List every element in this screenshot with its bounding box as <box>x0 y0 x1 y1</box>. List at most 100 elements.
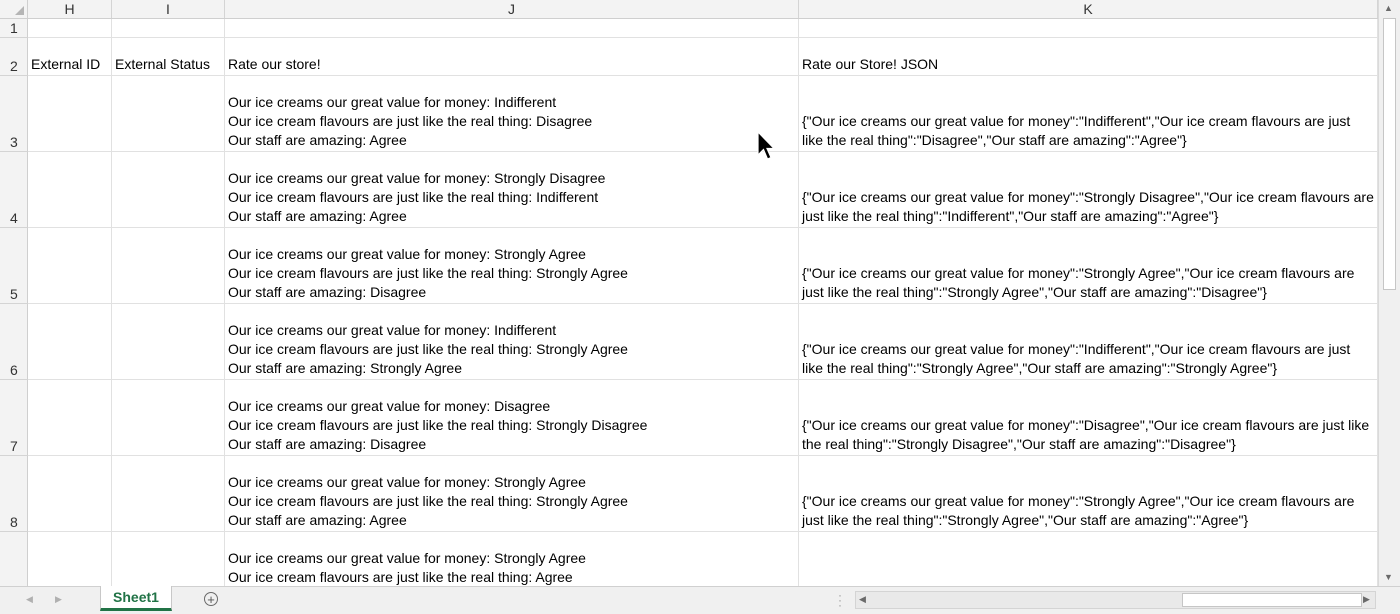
row-header-8[interactable]: 8 <box>0 456 28 532</box>
column-header-row: H I J K <box>0 0 1378 19</box>
cell-text <box>802 36 1374 37</box>
cell-text <box>228 36 795 37</box>
select-all-corner[interactable] <box>0 0 28 18</box>
row-header-1[interactable]: 1 <box>0 19 28 38</box>
cell-text <box>31 36 108 37</box>
cell-i7[interactable] <box>112 380 225 456</box>
cell-i6[interactable] <box>112 304 225 380</box>
cell-h7[interactable] <box>28 380 112 456</box>
cell-k4[interactable]: {"Our ice creams our great value for mon… <box>799 152 1378 228</box>
scroll-down-icon[interactable]: ▼ <box>1384 572 1393 582</box>
scroll-up-icon[interactable]: ▲ <box>1384 3 1393 13</box>
cell-i3[interactable] <box>112 76 225 152</box>
cell-text: {"Our ice creams our great value for mon… <box>802 341 1355 376</box>
cell-h6[interactable] <box>28 304 112 380</box>
cell-j5[interactable]: Our ice creams our great value for money… <box>225 228 799 304</box>
cell-k3[interactable]: {"Our ice creams our great value for mon… <box>799 76 1378 152</box>
cell-text: Our ice creams our great value for money… <box>228 170 606 224</box>
previous-sheet-icon[interactable]: ◀ <box>26 594 33 605</box>
cell-k6[interactable]: {"Our ice creams our great value for mon… <box>799 304 1378 380</box>
row-header-2[interactable]: 2 <box>0 38 28 76</box>
cell-k7[interactable]: {"Our ice creams our great value for mon… <box>799 380 1378 456</box>
cell-text: {"Our ice creams our great value for mon… <box>802 113 1355 148</box>
cell-j7[interactable]: Our ice creams our great value for money… <box>225 380 799 456</box>
cell-h4[interactable] <box>28 152 112 228</box>
row-header-4[interactable]: 4 <box>0 152 28 228</box>
cell-text: Rate our store! <box>228 56 321 72</box>
scroll-right-icon[interactable]: ▶ <box>1363 594 1370 605</box>
cell-j1[interactable] <box>225 19 799 38</box>
cell-h2[interactable]: External ID <box>28 38 112 76</box>
cell-j8[interactable]: Our ice creams our great value for money… <box>225 456 799 532</box>
cell-k1[interactable] <box>799 19 1378 38</box>
cell-text: {"Our ice creams our great value for mon… <box>802 265 1359 300</box>
next-sheet-icon[interactable]: ▶ <box>55 594 62 605</box>
row-header-5[interactable]: 5 <box>0 228 28 304</box>
column-header-k[interactable]: K <box>799 0 1378 18</box>
cell-h8[interactable] <box>28 456 112 532</box>
cell-k5[interactable]: {"Our ice creams our great value for mon… <box>799 228 1378 304</box>
cell-text: Our ice creams our great value for money… <box>228 474 628 528</box>
cell-text <box>31 150 108 151</box>
cell-text <box>31 530 108 531</box>
cell-text: {"Our ice creams our great value for mon… <box>802 493 1359 528</box>
spreadsheet-grid: H I J K 1 2 External ID External Status Rate… <box>0 0 1378 586</box>
tab-split-handle-icon[interactable]: · · · <box>838 589 842 611</box>
cell-k2[interactable]: Rate our Store! JSON <box>799 38 1378 76</box>
cell-i1[interactable] <box>112 19 225 38</box>
cell-text: External ID <box>31 56 101 72</box>
vertical-scrollbar[interactable]: ▲ ▼ <box>1378 0 1400 586</box>
cell-i4[interactable] <box>112 152 225 228</box>
cell-k8[interactable]: {"Our ice creams our great value for mon… <box>799 456 1378 532</box>
cell-text <box>31 454 108 455</box>
row-header-partial[interactable] <box>0 532 28 586</box>
cell-text: {"Our ice creams our great value for mon… <box>802 417 1374 452</box>
cell-i2[interactable]: External Status <box>112 38 225 76</box>
column-header-h[interactable]: H <box>28 0 112 18</box>
cell-text: Our ice creams our great value for money… <box>228 322 628 376</box>
horizontal-scrollbar[interactable]: ◀ ▶ <box>855 591 1376 609</box>
add-sheet-icon[interactable]: + <box>204 592 218 606</box>
row-header-3[interactable]: 3 <box>0 76 28 152</box>
cell-text <box>115 302 221 303</box>
cell-text <box>31 226 108 227</box>
cell-text: Our ice creams our great value for money… <box>228 398 648 452</box>
cell-jpartial[interactable]: Our ice creams our great value for money… <box>225 532 799 586</box>
cell-h3[interactable] <box>28 76 112 152</box>
cell-text <box>115 226 221 227</box>
cell-text <box>115 454 221 455</box>
cell-text: External Status <box>115 56 210 72</box>
cell-h5[interactable] <box>28 228 112 304</box>
cell-text <box>115 150 221 151</box>
cell-j2[interactable]: Rate our store! <box>225 38 799 76</box>
cell-h1[interactable] <box>28 19 112 38</box>
cell-i5[interactable] <box>112 228 225 304</box>
cell-text: Our ice creams our great value for money… <box>228 550 586 585</box>
cell-i8[interactable] <box>112 456 225 532</box>
row-header-6[interactable]: 6 <box>0 304 28 380</box>
cell-j6[interactable]: Our ice creams our great value for money… <box>225 304 799 380</box>
row-header-7[interactable]: 7 <box>0 380 28 456</box>
cell-hpartial[interactable] <box>28 532 112 586</box>
cell-j3[interactable]: Our ice creams our great value for money… <box>225 76 799 152</box>
cell-j4[interactable]: Our ice creams our great value for money… <box>225 152 799 228</box>
cell-text: Rate our Store! JSON <box>802 56 939 72</box>
cell-ipartial[interactable] <box>112 532 225 586</box>
sheet-tab-sheet1[interactable]: Sheet1 <box>100 586 172 611</box>
column-header-j[interactable]: J <box>225 0 799 18</box>
cell-text <box>115 378 221 379</box>
horizontal-scroll-thumb[interactable] <box>1182 593 1362 607</box>
cell-kpartial[interactable]: {"Our ice creams our great value for mon… <box>799 532 1378 586</box>
cell-text: Our ice creams our great value for money… <box>228 246 628 300</box>
vertical-scroll-thumb[interactable] <box>1383 18 1396 290</box>
scroll-left-icon[interactable]: ◀ <box>859 594 866 605</box>
cell-text <box>31 378 108 379</box>
mouse-pointer-icon <box>757 131 776 160</box>
cell-text <box>115 530 221 531</box>
cell-text: Our ice creams our great value for money… <box>228 94 593 148</box>
sheet-tab-bar: ◀ ▶ Sheet1 + · · · ◀ ▶ <box>0 586 1400 614</box>
cell-text: {"Our ice creams our great value for mon… <box>802 189 1378 224</box>
column-header-i[interactable]: I <box>112 0 225 18</box>
cell-text <box>115 36 221 37</box>
select-all-icon <box>15 6 24 15</box>
